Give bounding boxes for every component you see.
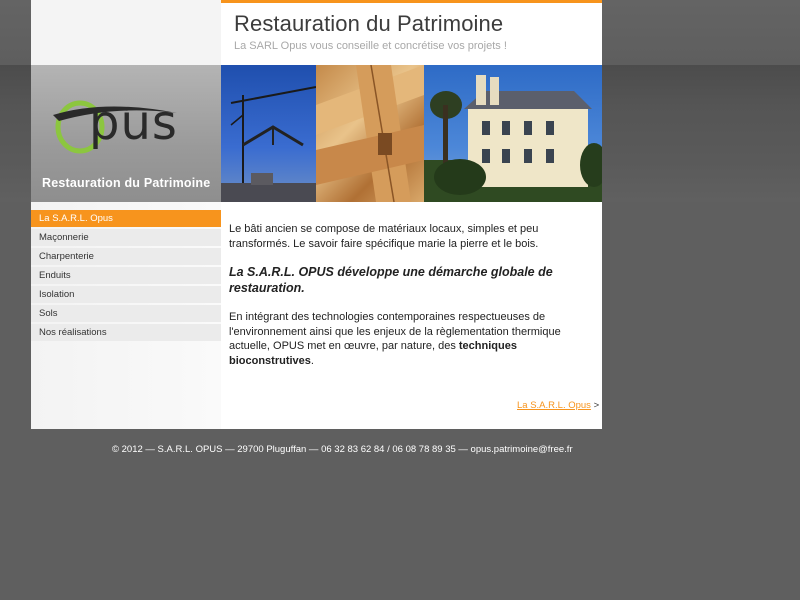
body-paragraph: En intégrant des technologies contempora… xyxy=(229,310,591,368)
logo-wordmark: pus xyxy=(89,95,178,151)
main-content: Le bâti ancien se compose de matériaux l… xyxy=(229,222,591,368)
nav-item-enduits[interactable]: Enduits xyxy=(31,267,221,284)
lead-statement: La S.A.R.L. OPUS développe une démarche … xyxy=(229,265,553,295)
timber-illustration xyxy=(316,65,424,202)
logo-caption: Restauration du Patrimoine xyxy=(42,176,211,190)
read-more: La S.A.R.L. Opus > xyxy=(517,400,599,411)
nav-item-nos-realisations[interactable]: Nos réalisations xyxy=(31,324,221,341)
timber-beam-photo xyxy=(316,65,424,202)
crane-photo xyxy=(221,65,316,202)
banner: pus Restauration du Patrimoine xyxy=(31,65,602,202)
page-container: Restauration du Patrimoine La SARL Opus … xyxy=(31,0,602,429)
nav-item-sols[interactable]: Sols xyxy=(31,305,221,322)
nav-item-isolation[interactable]: Isolation xyxy=(31,286,221,303)
body-text-end: . xyxy=(310,354,314,367)
logo[interactable]: pus Restauration du Patrimoine xyxy=(31,65,221,202)
footer: © 2012 — S.A.R.L. OPUS — 29700 Pluguffan… xyxy=(112,444,573,455)
intro-paragraph: Le bâti ancien se compose de matériaux l… xyxy=(229,223,539,250)
manor-house-photo xyxy=(424,65,602,202)
page-title: Restauration du Patrimoine xyxy=(234,11,504,36)
nav-item-charpenterie[interactable]: Charpenterie xyxy=(31,248,221,265)
nav-item-la-sarl-opus[interactable]: La S.A.R.L. Opus xyxy=(31,210,221,227)
header-left-panel xyxy=(31,0,221,65)
chevron-right-icon: > xyxy=(593,400,600,411)
house-illustration xyxy=(424,75,602,202)
accent-strip xyxy=(221,0,602,3)
nav-item-maconnerie[interactable]: Maçonnerie xyxy=(31,229,221,246)
page-subtitle: La SARL Opus vous conseille et concrétis… xyxy=(234,40,507,52)
main-nav: La S.A.R.L. Opus Maçonnerie Charpenterie… xyxy=(31,210,221,343)
crane-illustration xyxy=(221,86,316,202)
read-more-link[interactable]: La S.A.R.L. Opus xyxy=(517,400,591,411)
sidebar: La S.A.R.L. Opus Maçonnerie Charpenterie… xyxy=(31,202,221,429)
